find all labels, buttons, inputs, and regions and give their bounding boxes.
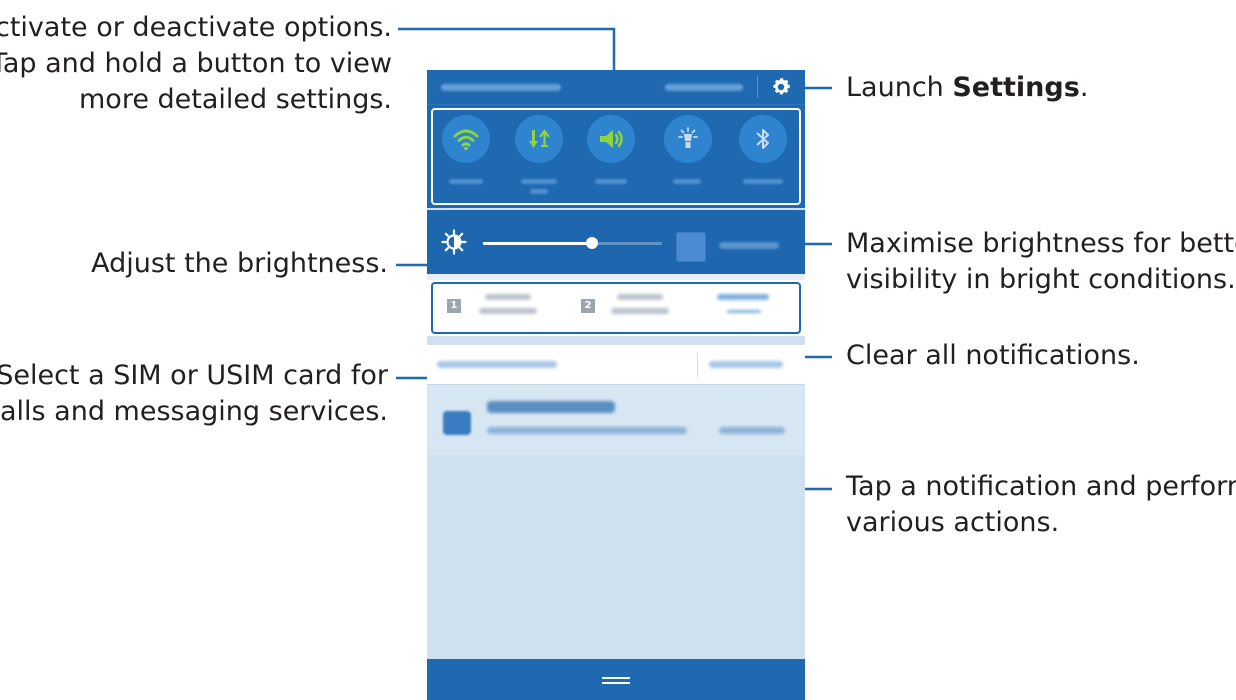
screenshot-icon [443, 411, 471, 435]
callout-text: more detailed settings. [79, 84, 392, 115]
sim-1-text-blurred [485, 294, 531, 300]
date-time-blurred [665, 84, 743, 91]
callout-text: Launch [846, 72, 953, 103]
quick-setting-mobile-data[interactable] [515, 115, 563, 163]
quick-setting-sound[interactable] [587, 115, 635, 163]
panel-handle-bar[interactable] [427, 659, 805, 700]
quick-setting-torch[interactable] [664, 115, 712, 163]
callout-brightness: Adjust the brightness. [91, 246, 388, 282]
callout-text: Adjust the brightness. [91, 248, 388, 279]
callout-settings: Launch Settings. [846, 70, 1088, 106]
sim-manager-underline-blurred [727, 310, 761, 313]
quick-setting-wifi[interactable] [442, 115, 490, 163]
brightness-slider-handle[interactable] [586, 237, 598, 249]
notification-time-blurred [719, 427, 785, 434]
callout-notification: Tap a notification and perform various a… [846, 469, 1236, 541]
callout-text: . [1079, 72, 1089, 103]
mobile-data-icon [529, 129, 550, 148]
notification-text-blurred [487, 427, 687, 434]
callout-text: Tap a notification and perform [846, 471, 1236, 502]
quick-setting-label-blurred [449, 179, 483, 184]
notifications-count-blurred [437, 361, 557, 368]
brightness-slider-fill [483, 242, 592, 245]
sim-2-text-blurred [617, 294, 663, 300]
brightness-icon [441, 229, 467, 255]
sim-selector: 1 2 [427, 280, 805, 336]
settings-button[interactable] [766, 73, 796, 101]
quick-settings-panel [427, 104, 805, 208]
brightness-panel [427, 210, 805, 274]
sim-1-text-blurred [479, 308, 537, 314]
callout-sim: Select a SIM or USIM card for calls and … [0, 358, 388, 430]
outdoor-mode-checkbox[interactable] [676, 232, 706, 262]
callout-text: Activate or deactivate options. [0, 12, 392, 43]
callout-text: calls and messaging services. [0, 396, 388, 427]
divider [697, 353, 698, 377]
notification-item[interactable] [427, 384, 805, 455]
quick-setting-label-blurred [530, 189, 548, 194]
callout-text-bold: Settings [952, 72, 1080, 103]
quick-setting-bluetooth[interactable] [739, 115, 787, 163]
outdoor-mode-label-blurred [719, 242, 779, 249]
panel-header [427, 70, 805, 104]
quick-setting-label-blurred [595, 179, 627, 184]
wifi-icon [453, 129, 479, 151]
callout-text: Maximise brightness for better [846, 228, 1236, 259]
divider [757, 76, 758, 98]
callout-text: Select a SIM or USIM card for [0, 360, 388, 391]
callout-clear-all: Clear all notifications. [846, 338, 1140, 374]
drag-handle-icon[interactable] [602, 675, 630, 685]
gear-icon [773, 78, 790, 95]
quick-setting-label-blurred [521, 179, 557, 184]
sim-manager-text-blurred[interactable] [717, 294, 769, 300]
callout-text: Tap and hold a button to view [0, 48, 392, 79]
callout-max-brightness: Maximise brightness for better visibilit… [846, 226, 1236, 298]
torch-icon [678, 127, 698, 148]
clear-all-button[interactable] [709, 361, 783, 368]
notification-panel: 1 2 [427, 70, 805, 700]
carrier-text-blurred [441, 84, 561, 91]
bluetooth-icon [756, 129, 769, 149]
sim-2-badge[interactable]: 2 [581, 299, 595, 313]
quick-setting-label-blurred [673, 179, 701, 184]
callout-text: Clear all notifications. [846, 340, 1140, 371]
sim-1-badge[interactable]: 1 [447, 299, 461, 313]
sound-icon [600, 130, 623, 148]
callout-quick-settings: Activate or deactivate options. Tap and … [0, 10, 392, 118]
notifications-header [427, 344, 805, 385]
sim-2-text-blurred [611, 308, 669, 314]
brightness-slider-track[interactable] [592, 242, 662, 245]
notification-title-blurred [487, 401, 615, 413]
quick-setting-label-blurred [743, 179, 783, 184]
callout-text: various actions. [846, 507, 1060, 538]
callout-text: visibility in bright conditions. [846, 264, 1236, 295]
